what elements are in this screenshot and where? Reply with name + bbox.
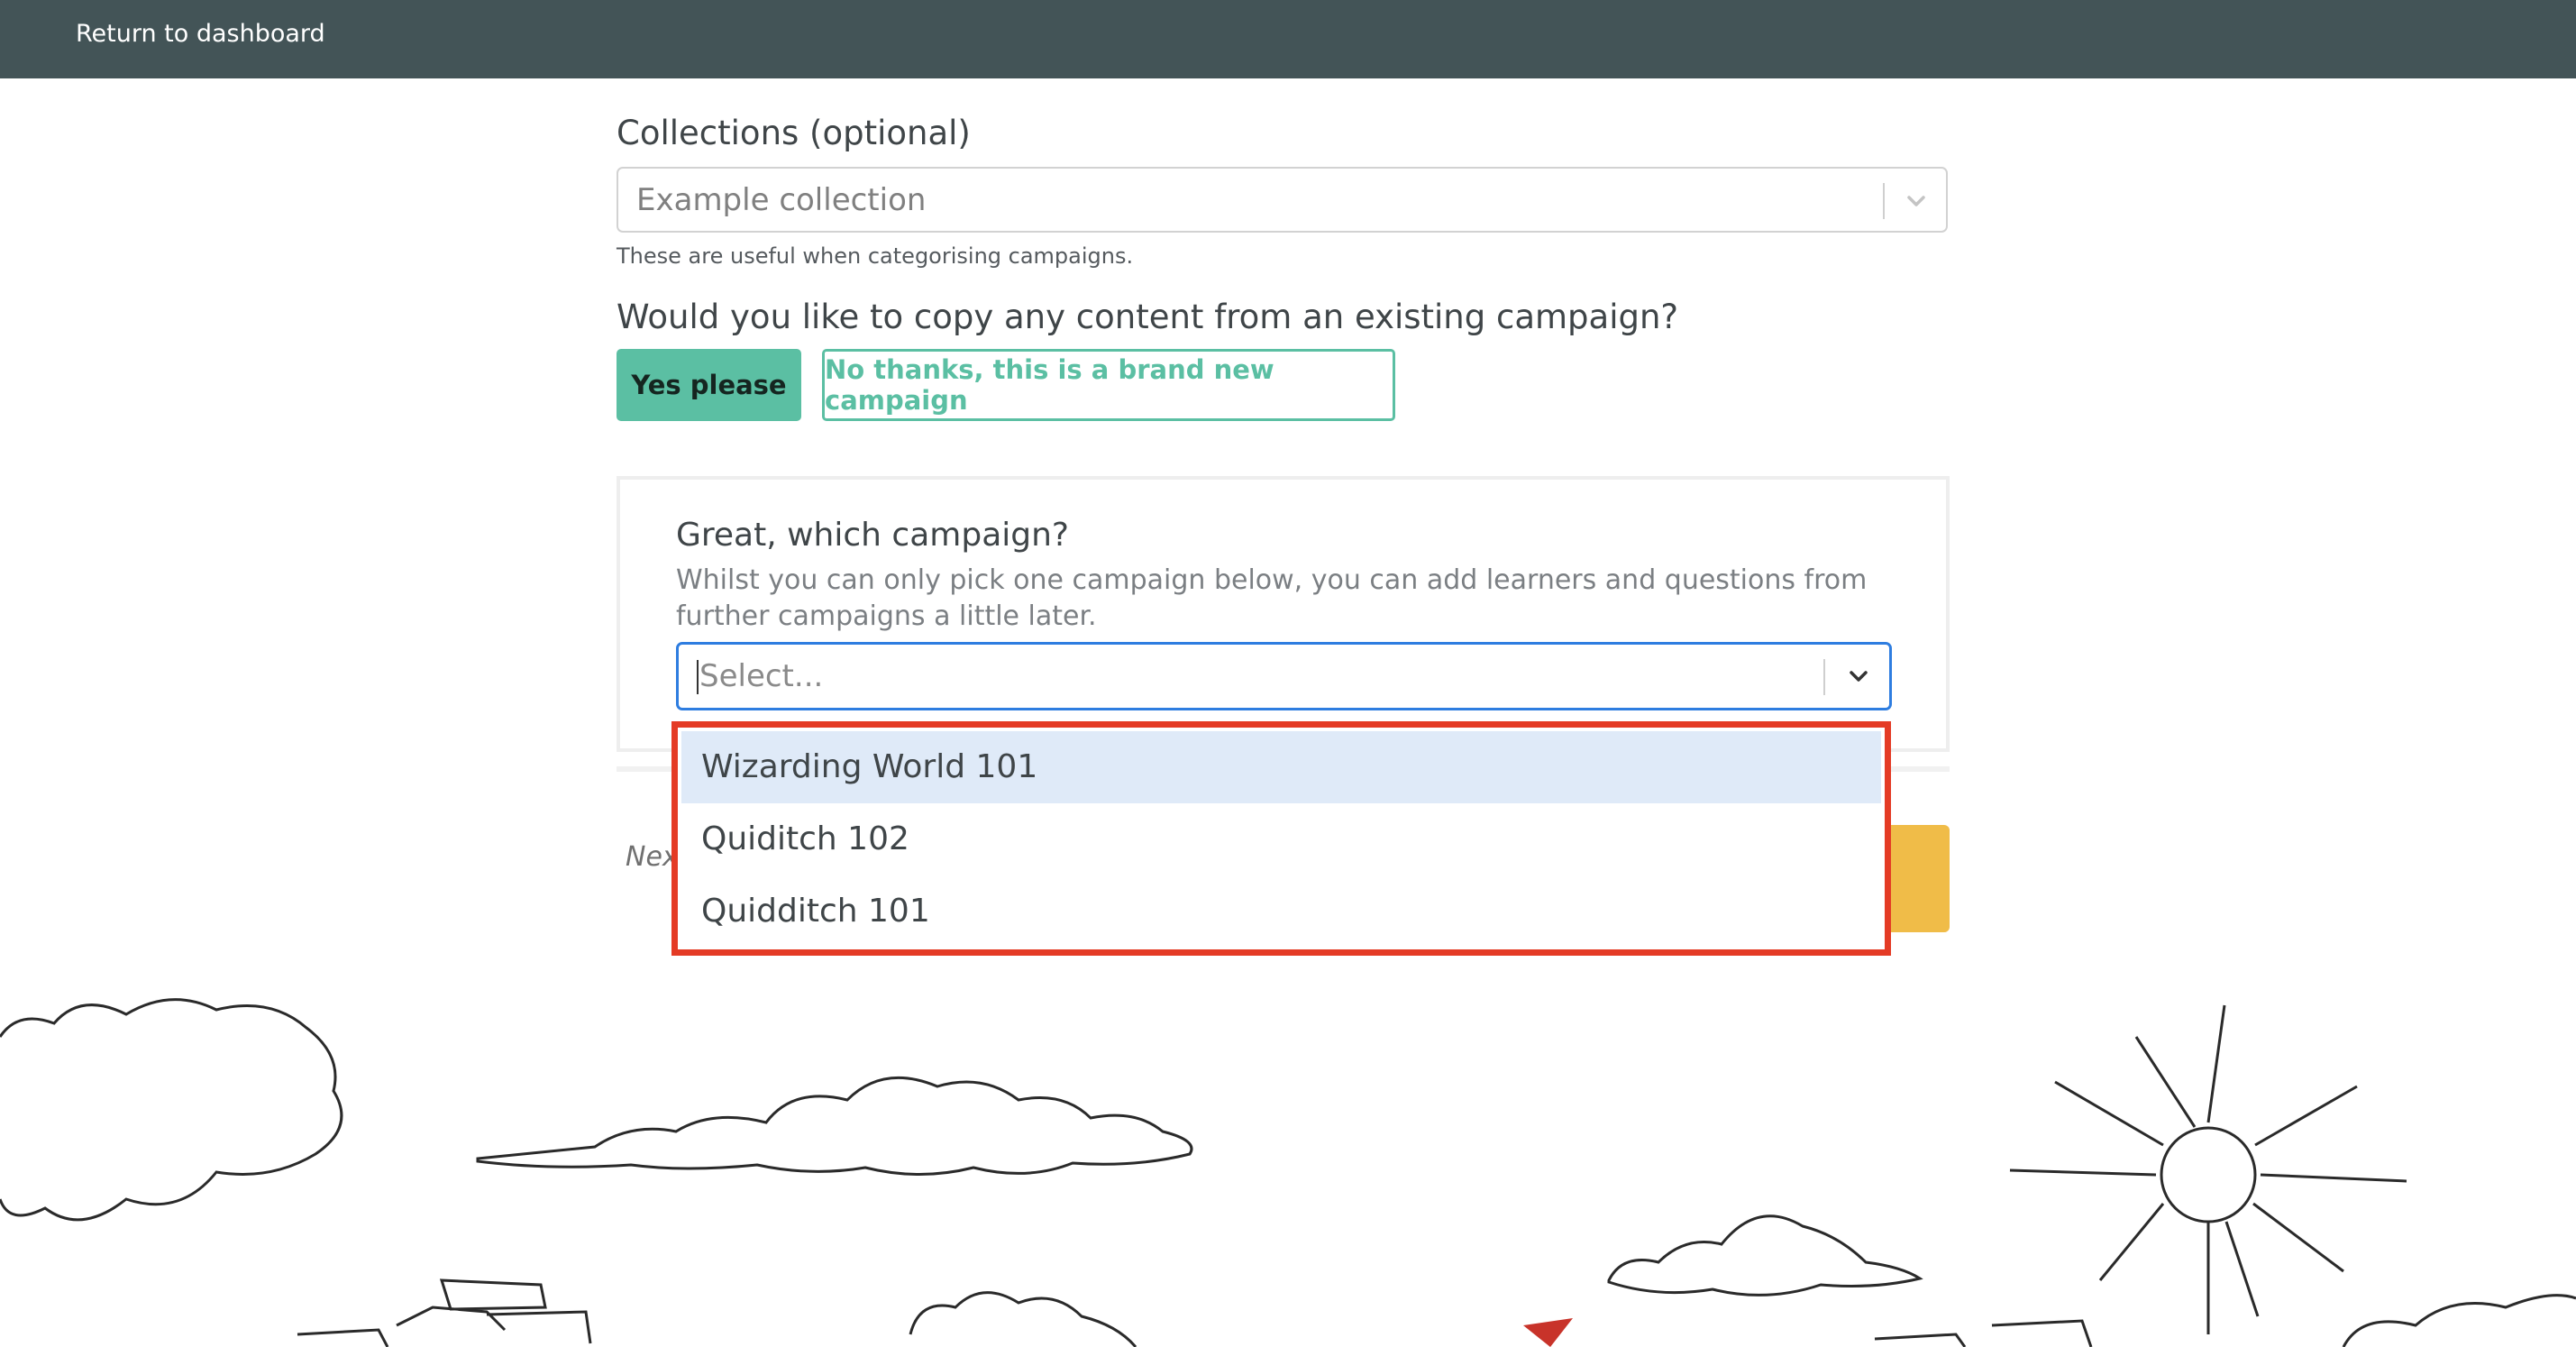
flag xyxy=(1523,1318,1573,1347)
sun xyxy=(2160,1126,2257,1223)
rocks-left xyxy=(297,1278,592,1347)
collections-select[interactable]: Example collection xyxy=(617,167,1948,233)
cloud-small xyxy=(1607,1214,1923,1297)
campaign-option[interactable]: Wizarding World 101 xyxy=(681,731,1881,803)
collections-help-text: These are useful when categorising campa… xyxy=(617,243,1134,269)
campaign-option[interactable]: Quiditch 102 xyxy=(681,803,1881,875)
collections-label: Collections (optional) xyxy=(617,114,971,152)
campaign-options-menu: Wizarding World 101 Quiditch 102 Quiddit… xyxy=(671,721,1891,956)
chevron-down-icon[interactable] xyxy=(1898,183,1934,219)
campaign-option[interactable]: Quidditch 101 xyxy=(681,875,1881,948)
return-to-dashboard-link[interactable]: Return to dashboard xyxy=(76,18,325,50)
campaign-select-placeholder: Select... xyxy=(699,658,824,694)
cloud-middle xyxy=(476,1076,1193,1176)
decorative-landscape-illustration xyxy=(0,998,2576,1347)
rocks-right xyxy=(1874,1319,2093,1347)
campaign-picker-description: Whilst you can only pick one campaign be… xyxy=(676,564,1868,632)
select-divider xyxy=(1883,183,1885,219)
next-step-text: Nex xyxy=(626,841,679,873)
copy-content-question: Would you like to copy any content from … xyxy=(617,298,1679,336)
campaign-select[interactable]: Select... xyxy=(676,642,1892,710)
campaign-picker-title: Great, which campaign? xyxy=(676,517,1070,554)
chevron-down-icon[interactable] xyxy=(1841,658,1877,694)
cloud-right-edge xyxy=(2342,1294,2576,1347)
top-bar: Return to dashboard xyxy=(0,0,2576,78)
text-cursor xyxy=(697,660,699,694)
sun-rays xyxy=(2009,1004,2407,1334)
cloud-left xyxy=(0,998,343,1222)
yes-please-button[interactable]: Yes please xyxy=(617,349,801,421)
collections-placeholder: Example collection xyxy=(636,182,927,218)
brand-new-campaign-button[interactable]: No thanks, this is a brand new campaign xyxy=(822,349,1395,421)
select-divider xyxy=(1823,659,1825,695)
cloud-bottom xyxy=(909,1291,1137,1347)
